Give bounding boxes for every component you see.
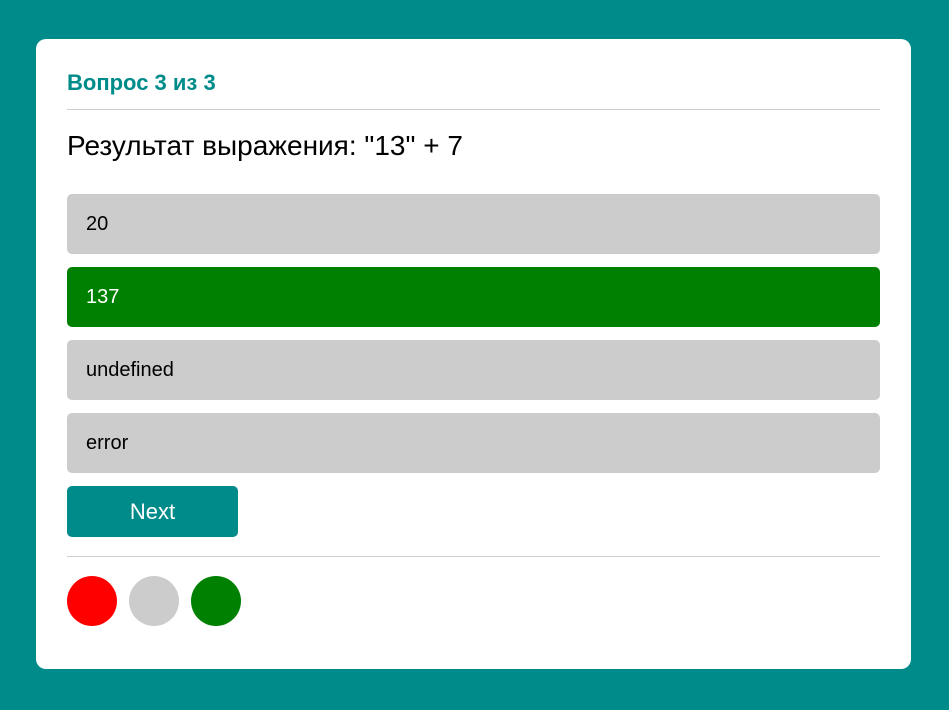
answer-option-2[interactable]: 137: [67, 267, 880, 327]
answer-option-1[interactable]: 20: [67, 194, 880, 254]
result-dot-1: [67, 576, 117, 626]
answer-option-4[interactable]: error: [67, 413, 880, 473]
footer-divider: [67, 556, 880, 557]
answer-option-3[interactable]: undefined: [67, 340, 880, 400]
answer-list: 20 137 undefined error: [67, 194, 880, 473]
question-text: Результат выражения: "13" + 7: [67, 130, 463, 161]
result-dot-2: [129, 576, 179, 626]
next-button[interactable]: Next: [67, 486, 238, 537]
header-divider: [67, 109, 880, 110]
quiz-card: Вопрос 3 из 3 Результат выражения: "13" …: [36, 39, 911, 669]
result-dot-3: [191, 576, 241, 626]
question-progress: Вопрос 3 из 3: [67, 70, 216, 95]
results-indicator: [67, 576, 880, 626]
